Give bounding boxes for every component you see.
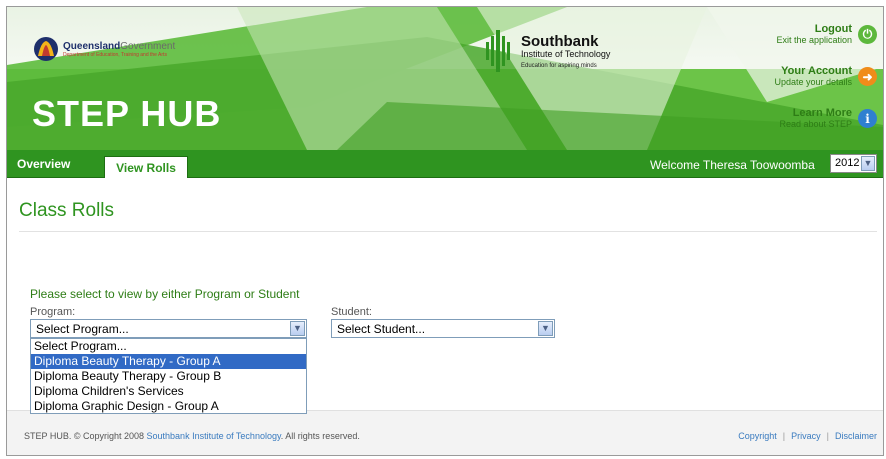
app-window: QueenslandGovernment Department of Educa… bbox=[6, 6, 884, 456]
program-option-selected[interactable]: Diploma Beauty Therapy - Group A bbox=[31, 354, 306, 369]
your-account-link[interactable]: Your Account Update your details ➜ bbox=[774, 65, 877, 88]
nav-bar: Overview View Rolls Welcome Theresa Toow… bbox=[7, 150, 883, 178]
welcome-message: Welcome Theresa Toowoomba bbox=[650, 158, 815, 172]
program-option[interactable]: Select Program... bbox=[31, 339, 306, 354]
account-subtitle: Update your details bbox=[774, 77, 852, 87]
program-select[interactable]: Select Program... ▼ bbox=[30, 319, 307, 338]
disclaimer-link[interactable]: Disclaimer bbox=[835, 431, 877, 441]
footer-links: Copyright | Privacy | Disclaimer bbox=[738, 431, 877, 441]
learn-more-title: Learn More bbox=[792, 107, 852, 119]
info-icon[interactable]: i bbox=[858, 109, 877, 128]
queensland-government-logo[interactable]: QueenslandGovernment Department of Educa… bbox=[33, 36, 175, 62]
arrow-right-icon[interactable]: ➜ bbox=[858, 67, 877, 86]
gov-department: Department of Education, Training and th… bbox=[63, 51, 167, 58]
institute-subtitle: Institute of Technology bbox=[521, 48, 611, 59]
logout-subtitle: Exit the application bbox=[776, 35, 852, 45]
learn-more-subtitle: Read about STEP bbox=[779, 119, 852, 129]
program-option[interactable]: Diploma Children's Services bbox=[31, 384, 306, 399]
chevron-down-icon[interactable]: ▼ bbox=[861, 156, 875, 171]
header-banner: QueenslandGovernment Department of Educa… bbox=[7, 7, 883, 150]
page-title: Class Rolls bbox=[19, 200, 115, 221]
southbank-mark-icon bbox=[486, 30, 510, 72]
copyright-link[interactable]: Copyright bbox=[738, 431, 777, 441]
gov-name: QueenslandGovernment bbox=[63, 40, 176, 52]
program-select-value: Select Program... bbox=[36, 322, 129, 336]
logout-title: Logout bbox=[814, 23, 852, 35]
program-option[interactable]: Diploma Beauty Therapy - Group B bbox=[31, 369, 306, 384]
account-title: Your Account bbox=[781, 65, 852, 77]
student-select[interactable]: Select Student... ▼ bbox=[331, 319, 555, 338]
logout-link[interactable]: Logout Exit the application ⏻ bbox=[776, 23, 877, 46]
year-select[interactable]: 2012 ▼ bbox=[830, 154, 877, 173]
chevron-down-icon[interactable]: ▼ bbox=[290, 321, 305, 336]
year-value: 2012 bbox=[835, 157, 860, 169]
title-divider bbox=[19, 231, 877, 232]
student-select-value: Select Student... bbox=[337, 322, 426, 336]
power-icon[interactable]: ⏻ bbox=[858, 25, 877, 44]
qg-crest-icon bbox=[34, 37, 58, 61]
southbank-link[interactable]: Southbank Institute of Technology bbox=[147, 431, 281, 441]
chevron-down-icon[interactable]: ▼ bbox=[538, 321, 553, 336]
program-option[interactable]: Diploma Graphic Design - Group A bbox=[31, 399, 306, 414]
privacy-link[interactable]: Privacy bbox=[791, 431, 821, 441]
instruction-text: Please select to view by either Program … bbox=[30, 287, 300, 301]
tab-view-rolls[interactable]: View Rolls bbox=[104, 156, 188, 178]
program-label: Program: bbox=[30, 306, 76, 318]
footer: STEP HUB. © Copyright 2008 Southbank Ins… bbox=[7, 410, 883, 455]
southbank-logo[interactable]: Southbank Institute of Technology Educat… bbox=[483, 28, 610, 74]
program-dropdown-list: Select Program... Diploma Beauty Therapy… bbox=[30, 338, 307, 414]
institute-name: Southbank bbox=[521, 32, 599, 50]
copyright-text: STEP HUB. © Copyright 2008 Southbank Ins… bbox=[24, 431, 360, 441]
app-title: STEP HUB bbox=[32, 93, 222, 134]
student-label: Student: bbox=[331, 306, 372, 318]
learn-more-link[interactable]: Learn More Read about STEP i bbox=[779, 107, 877, 130]
institute-tagline: Education for aspiring minds bbox=[521, 62, 597, 69]
tab-overview[interactable]: Overview bbox=[17, 157, 70, 171]
